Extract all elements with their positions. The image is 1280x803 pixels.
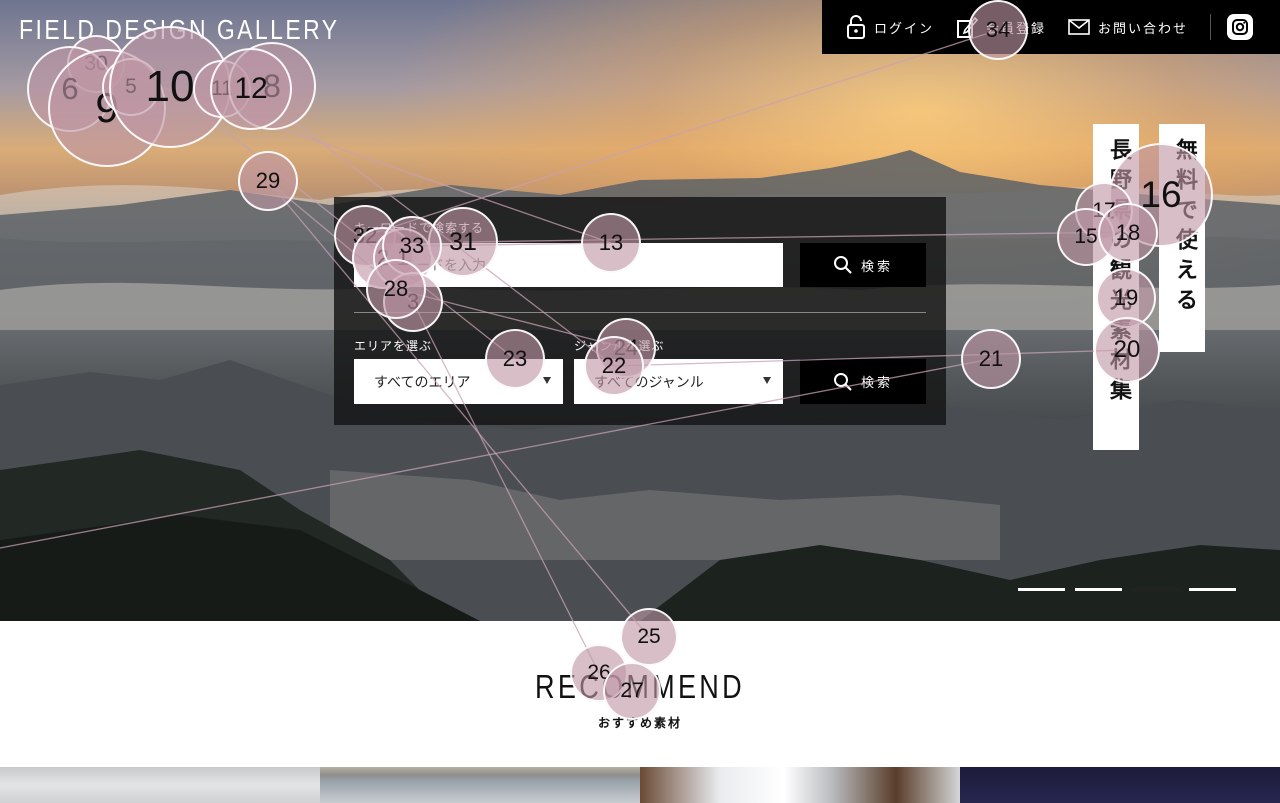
panel-divider — [354, 312, 926, 313]
slider-dot[interactable] — [1189, 588, 1236, 591]
search-icon — [833, 372, 852, 391]
area-select[interactable]: すべてのエリア — [354, 359, 563, 404]
keyword-input[interactable] — [354, 243, 783, 287]
recommend-thumb-snow-forest[interactable] — [640, 767, 960, 803]
instagram-link[interactable] — [1227, 14, 1254, 40]
edit-icon — [957, 16, 979, 38]
area-selected-value: すべてのエリア — [374, 374, 471, 391]
tagline-free: 無料で使える — [1159, 124, 1205, 352]
recommend-heading: RECOMMEND — [535, 668, 745, 705]
recommend-thumb-starry-sky[interactable] — [960, 767, 1280, 803]
instagram-icon — [1232, 19, 1249, 35]
login-label: ログイン — [874, 21, 935, 37]
recommend-thumb-snow-mountain[interactable] — [0, 767, 320, 803]
keyword-search-button[interactable]: 検索 — [800, 243, 926, 287]
filter-search-button[interactable]: 検索 — [800, 359, 926, 404]
chevron-down-icon — [763, 377, 771, 384]
search-button-label: 検索 — [860, 259, 893, 275]
search-button-label: 検索 — [860, 376, 893, 391]
nav-divider — [1210, 14, 1212, 40]
register-link[interactable]: 会員登録 — [956, 15, 1046, 39]
mail-icon — [1068, 19, 1090, 35]
area-label: エリアを選ぶ — [354, 339, 433, 353]
register-label: 会員登録 — [986, 21, 1047, 37]
hero-image: FIELD DESIGN GALLERY ログイン 会員登録 お問い合わせ 無料… — [0, 0, 1280, 621]
genre-label: ジャンルを選ぶ — [574, 339, 665, 353]
slider-dot[interactable] — [1132, 588, 1179, 591]
genre-selected-value: すべてのジャンル — [594, 374, 704, 391]
keyword-label: キーワードで検索する — [354, 221, 485, 235]
site-logo[interactable]: FIELD DESIGN GALLERY — [19, 14, 340, 46]
recommend-grid — [0, 767, 1280, 803]
lock-icon — [847, 15, 865, 39]
slider-pagination — [1018, 588, 1246, 591]
slider-dot[interactable] — [1075, 588, 1122, 591]
login-link[interactable]: ログイン — [846, 14, 934, 40]
recommend-subheading: おすすめ素材 — [597, 716, 682, 730]
tagline-nagano: 長野県の観光素材集 — [1093, 124, 1139, 450]
recommend-thumb-lake[interactable] — [320, 767, 640, 803]
genre-select[interactable]: すべてのジャンル — [574, 359, 783, 404]
search-panel: キーワードで検索する 検索 エリアを選ぶ すべてのエリア ジャンルを選ぶ すべて… — [334, 197, 946, 425]
contact-link[interactable]: お問い合わせ — [1068, 18, 1188, 37]
top-navigation: ログイン 会員登録 お問い合わせ — [822, 0, 1280, 54]
chevron-down-icon — [543, 377, 551, 384]
slider-dot[interactable] — [1018, 588, 1065, 591]
search-icon — [833, 256, 852, 274]
contact-label: お問い合わせ — [1098, 21, 1189, 37]
